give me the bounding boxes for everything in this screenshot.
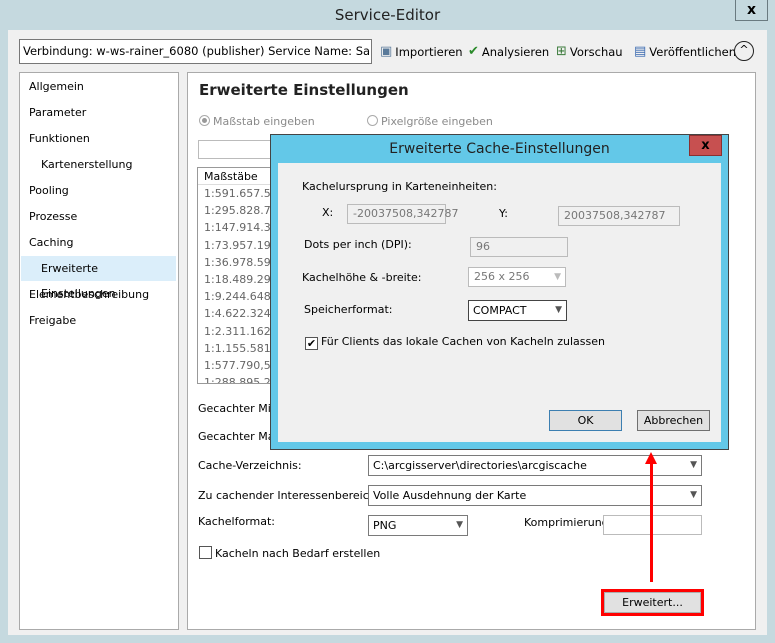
- y-label: Y:: [499, 207, 508, 220]
- sidebar-item-parameter[interactable]: Parameter: [21, 100, 176, 125]
- analyze-button[interactable]: ✔ Analysieren: [468, 42, 549, 62]
- dpi-label: Dots per inch (DPI):: [304, 238, 412, 251]
- compression-label: Komprimierung:: [524, 516, 613, 529]
- sidebar-item-pooling[interactable]: Pooling: [21, 178, 176, 203]
- format-select[interactable]: PNG ▼: [368, 515, 468, 536]
- cache-settings-dialog: Erweiterte Cache-Einstellungen x Kachelu…: [270, 134, 729, 450]
- x-input[interactable]: -20037508,342787: [347, 204, 458, 224]
- sidebar-item-funktionen[interactable]: Funktionen: [21, 126, 176, 151]
- checkbox-icon: [199, 546, 212, 559]
- chevron-down-icon: ▼: [554, 272, 561, 282]
- storage-label: Speicherformat:: [304, 303, 393, 316]
- dialog-title: Erweiterte Cache-Einstellungen: [389, 141, 610, 157]
- advanced-button[interactable]: Erweitert...: [604, 592, 701, 613]
- chevron-up-icon: ^: [739, 43, 749, 56]
- connection-info: Verbindung: w-ws-rainer_6080 (publisher)…: [19, 39, 372, 64]
- import-icon: ▣: [380, 44, 393, 59]
- storage-select[interactable]: COMPACT ▼: [468, 300, 567, 321]
- chevron-down-icon: ▼: [690, 460, 697, 470]
- preview-icon: ⊞: [556, 44, 567, 59]
- dialog-close-button[interactable]: x: [689, 135, 722, 156]
- window-title: Service-Editor: [334, 6, 441, 24]
- chevron-down-icon: ▼: [555, 305, 562, 315]
- arrow-shaft: [650, 460, 653, 582]
- max-scale-label: Gecachter Max: [198, 430, 281, 443]
- dialog-body: Kachelursprung in Karteneinheiten: X: -2…: [278, 163, 721, 442]
- window-close-button[interactable]: x: [735, 0, 768, 21]
- check-icon: ✔: [468, 44, 479, 59]
- cache-dir-label: Cache-Verzeichnis:: [198, 459, 302, 472]
- tile-size-select[interactable]: 256 x 256 ▼: [468, 267, 566, 287]
- sidebar-item-elementbeschreibung[interactable]: Elementbeschreibung: [21, 282, 176, 307]
- arrow-up-icon: [645, 452, 657, 464]
- sidebar-item-allgemein[interactable]: Allgemein: [21, 74, 176, 99]
- collapse-button[interactable]: ^: [734, 41, 754, 61]
- radio-scale[interactable]: Maßstab eingeben: [199, 115, 315, 128]
- sidebar-item-kartenerstellung[interactable]: Kartenerstellung: [21, 152, 176, 177]
- checkbox-checked-icon: ✔: [305, 337, 318, 350]
- import-button[interactable]: ▣ Importieren: [380, 42, 463, 62]
- x-label: X:: [322, 206, 334, 219]
- radio-icon: [367, 115, 378, 126]
- tile-size-label: Kachelhöhe & -breite:: [302, 271, 422, 284]
- ok-button[interactable]: OK: [549, 410, 622, 431]
- publish-button[interactable]: ▤ Veröffentlichen: [634, 42, 736, 62]
- cancel-button[interactable]: Abbrechen: [637, 410, 710, 431]
- radio-pixel[interactable]: Pixelgröße eingeben: [367, 115, 493, 128]
- chevron-down-icon: ▼: [456, 520, 463, 530]
- sidebar: Allgemein Parameter Funktionen Karteners…: [19, 72, 179, 630]
- chevron-down-icon: ▼: [690, 490, 697, 500]
- radio-icon: [199, 115, 210, 126]
- sidebar-item-caching[interactable]: Caching: [21, 230, 176, 255]
- preview-button[interactable]: ⊞ Vorschau: [556, 42, 623, 62]
- sidebar-item-prozesse[interactable]: Prozesse: [21, 204, 176, 229]
- dpi-input[interactable]: 96: [470, 237, 568, 257]
- page-title: Erweiterte Einstellungen: [199, 81, 409, 99]
- on-demand-checkbox[interactable]: Kacheln nach Bedarf erstellen: [199, 546, 380, 560]
- format-label: Kachelformat:: [198, 515, 276, 528]
- client-cache-checkbox[interactable]: ✔ Für Clients das lokale Cachen von Kache…: [305, 335, 605, 350]
- publish-icon: ▤: [634, 44, 647, 59]
- area-label: Zu cachender Interessenbereich:: [198, 489, 380, 502]
- sidebar-item-erweiterte-einstellungen[interactable]: Erweiterte Einstellungen: [21, 256, 176, 300]
- y-input[interactable]: 20037508,342787: [558, 206, 680, 226]
- sidebar-item-freigabe[interactable]: Freigabe: [21, 308, 176, 333]
- origin-label: Kachelursprung in Karteneinheiten:: [302, 180, 497, 193]
